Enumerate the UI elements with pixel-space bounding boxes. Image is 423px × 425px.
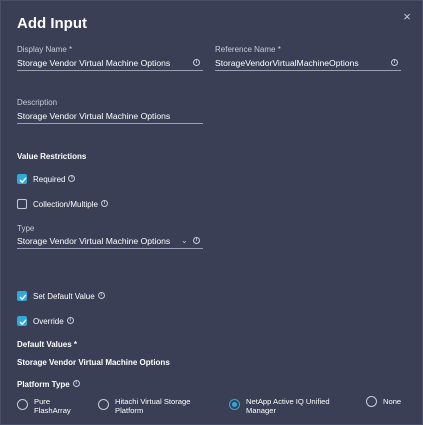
info-icon: i — [193, 59, 200, 66]
set-default-value-label-text: Set Default Value — [33, 292, 95, 301]
info-icon: i — [193, 237, 200, 244]
required-label: Required i — [33, 175, 76, 184]
required-checkbox[interactable] — [17, 174, 27, 184]
collection-multiple-label: Collection/Multiple i — [33, 200, 108, 209]
collection-multiple-label-text: Collection/Multiple — [33, 200, 98, 209]
type-label: Type — [17, 224, 35, 233]
add-input-dialog: Add Input × Display Name * Storage Vendo… — [0, 0, 423, 425]
check-icon — [19, 177, 27, 184]
platform-type-label-text: Platform Type — [17, 380, 70, 389]
info-icon: i — [68, 175, 76, 183]
info-icon: i — [100, 200, 108, 208]
radio-none[interactable] — [366, 396, 377, 407]
radio-label-line1: Pure — [34, 397, 51, 406]
description-value: Storage Vendor Virtual Machine Options — [17, 111, 171, 121]
type-select[interactable]: Storage Vendor Virtual Machine Options ⌄… — [17, 235, 203, 249]
display-name-field[interactable]: Storage Vendor Virtual Machine Options i — [17, 57, 203, 71]
reference-name-field[interactable]: StorageVendorVirtualMachineOptions i — [215, 57, 401, 71]
radio-hitachi-vsp[interactable] — [98, 399, 109, 410]
radio-label-line2: Manager — [246, 406, 276, 415]
radio-pure-flasharray-label: Pure FlashArray — [34, 397, 71, 415]
radio-label-line2: FlashArray — [34, 406, 71, 415]
info-icon: i — [391, 59, 398, 66]
override-label: Override i — [33, 317, 74, 326]
set-default-value-label: Set Default Value i — [33, 292, 105, 301]
value-restrictions-heading: Value Restrictions — [17, 152, 87, 161]
reference-name-label: Reference Name * — [215, 45, 281, 54]
check-icon — [19, 294, 27, 301]
description-label: Description — [17, 98, 58, 107]
radio-pure-flasharray[interactable] — [17, 399, 28, 410]
type-value: Storage Vendor Virtual Machine Options — [17, 236, 171, 246]
radio-netapp-aiqum[interactable] — [229, 399, 240, 410]
display-name-label: Display Name * — [17, 45, 73, 54]
reference-name-value: StorageVendorVirtualMachineOptions — [215, 58, 359, 68]
check-icon — [19, 319, 27, 326]
default-values-heading: Default Values * — [17, 340, 78, 349]
radio-none-label: None — [383, 397, 401, 406]
set-default-value-checkbox[interactable] — [17, 291, 27, 301]
dialog-title: Add Input — [17, 15, 87, 32]
radio-label-line2: Platform — [115, 406, 144, 415]
override-label-text: Override — [33, 317, 64, 326]
close-icon[interactable]: × — [400, 10, 414, 24]
radio-hitachi-vsp-label: Hitachi Virtual Storage Platform — [115, 397, 190, 415]
platform-type-label: Platform Type i — [17, 380, 80, 389]
chevron-down-icon: ⌄ — [181, 236, 188, 245]
description-field[interactable]: Storage Vendor Virtual Machine Options — [17, 110, 203, 124]
override-checkbox[interactable] — [17, 316, 27, 326]
radio-label-line1: None — [383, 397, 402, 406]
info-icon: i — [66, 317, 74, 325]
radio-label-line1: NetApp Active IQ Unified — [246, 397, 330, 406]
radio-label-line1: Hitachi Virtual Storage — [115, 397, 191, 406]
required-label-text: Required — [33, 175, 66, 184]
info-icon: i — [72, 380, 80, 388]
info-icon: i — [97, 292, 105, 300]
default-value-text: Storage Vendor Virtual Machine Options — [17, 358, 170, 367]
display-name-value: Storage Vendor Virtual Machine Options — [17, 58, 171, 68]
radio-netapp-aiqum-label: NetApp Active IQ Unified Manager — [246, 397, 330, 415]
collection-multiple-checkbox[interactable] — [17, 199, 27, 209]
